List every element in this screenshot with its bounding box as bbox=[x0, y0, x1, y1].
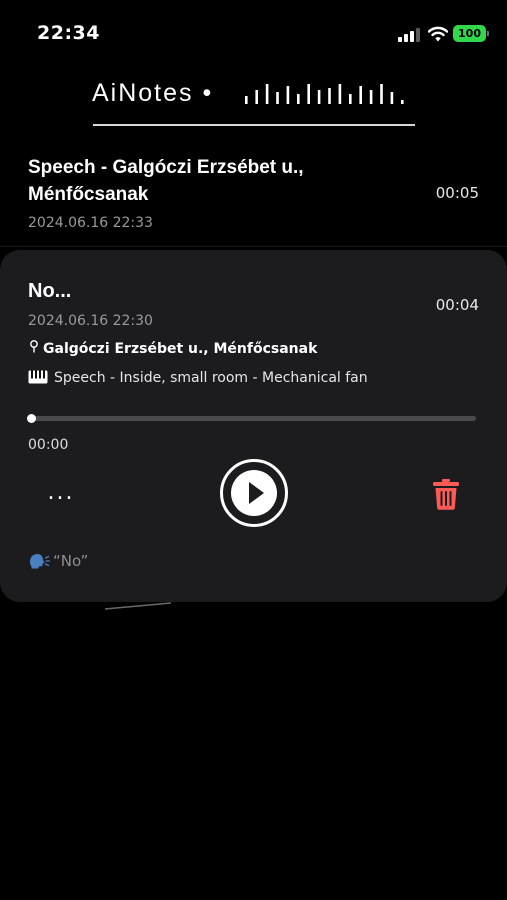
recordings-screen: 22:34 100 AiNotes • Speech - Galgóczi Er… bbox=[0, 0, 507, 900]
wave-bar bbox=[255, 90, 258, 104]
header-divider bbox=[93, 124, 415, 126]
wifi-icon bbox=[428, 26, 448, 42]
wave-bar bbox=[265, 84, 269, 104]
wave-bar bbox=[369, 90, 373, 104]
wave-bar bbox=[401, 100, 404, 104]
swipe-divider bbox=[104, 602, 172, 610]
wave-bar bbox=[297, 94, 300, 104]
sound-wave-icon bbox=[245, 84, 404, 104]
recording-item[interactable]: Speech - Galgóczi Erzsébet u., Ménfőcsan… bbox=[0, 145, 507, 247]
sound-class-text: Speech - Inside, small room - Mechanical… bbox=[54, 370, 368, 386]
more-options-button[interactable]: ... bbox=[44, 482, 78, 511]
recording-duration: 00:05 bbox=[435, 184, 479, 202]
wave-bar bbox=[276, 92, 279, 104]
wave-bar bbox=[317, 90, 321, 104]
recording-title: No... bbox=[28, 280, 72, 302]
app-header: AiNotes • bbox=[0, 70, 507, 130]
speaking-head-icon bbox=[30, 554, 50, 569]
elapsed-time: 00:00 bbox=[28, 437, 69, 453]
wave-bar bbox=[380, 84, 383, 104]
recording-date: 2024.06.16 22:30 bbox=[28, 313, 153, 329]
pin-icon bbox=[30, 340, 38, 353]
playback-progress-bar[interactable] bbox=[27, 414, 476, 423]
location-text: Galgóczi Erzsébet u., Ménfőcsanak bbox=[43, 341, 318, 357]
recording-card-expanded[interactable]: No... 00:04 2024.06.16 22:30 Galgóczi Er… bbox=[0, 250, 507, 602]
wave-bar bbox=[338, 84, 342, 104]
recording-date: 2024.06.16 22:33 bbox=[28, 215, 153, 231]
status-bar: 22:34 100 bbox=[0, 0, 507, 64]
piano-icon bbox=[28, 370, 48, 384]
play-button[interactable] bbox=[220, 459, 288, 527]
recording-duration: 00:04 bbox=[435, 296, 479, 314]
wave-bar bbox=[245, 96, 248, 104]
status-time: 22:34 bbox=[37, 22, 100, 44]
play-icon bbox=[231, 470, 277, 516]
transcript-text: “No” bbox=[53, 552, 89, 570]
progress-knob[interactable] bbox=[27, 414, 36, 423]
cellular-signal-icon bbox=[398, 28, 422, 42]
sound-classification: Speech - Inside, small room - Mechanical… bbox=[28, 370, 368, 386]
recording-title: Speech - Galgóczi Erzsébet u., Ménfőcsan… bbox=[28, 157, 304, 205]
battery-indicator: 100 bbox=[453, 25, 489, 42]
wave-bar bbox=[390, 92, 394, 104]
transcript: “No” bbox=[28, 552, 88, 570]
wave-bar bbox=[328, 88, 331, 104]
app-title: AiNotes • bbox=[92, 79, 214, 107]
wave-bar bbox=[359, 86, 362, 104]
recording-location: Galgóczi Erzsébet u., Ménfőcsanak bbox=[28, 339, 317, 357]
wave-bar bbox=[307, 84, 310, 104]
wave-bar bbox=[349, 94, 352, 104]
wave-bar bbox=[286, 86, 290, 104]
trash-icon[interactable] bbox=[432, 478, 460, 510]
